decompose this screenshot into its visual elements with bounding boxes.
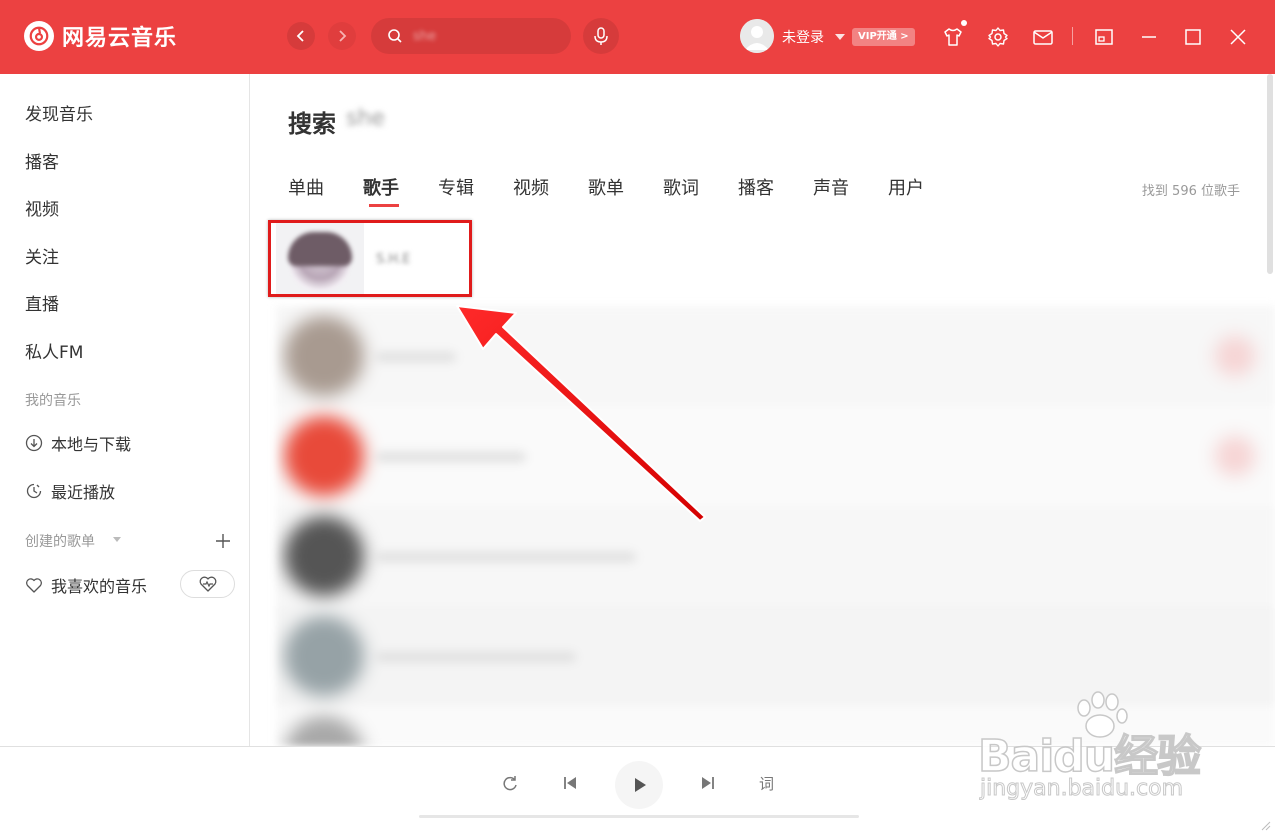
search-keyword: she [346,106,385,131]
play-button[interactable] [615,761,663,809]
tab-playlists[interactable]: 歌单 [588,174,624,200]
tab-videos[interactable]: 视频 [513,174,549,200]
caret-down-icon[interactable] [835,34,845,40]
mini-mode-button[interactable] [1091,24,1117,50]
my-music-heading: 我的音乐 [25,393,81,409]
skip-back-icon [564,777,576,789]
sidebar-item-podcast[interactable]: 播客 [25,148,59,173]
player-bar: 词 [0,746,1275,835]
tab-artists[interactable]: 歌手 [363,174,399,200]
back-button[interactable] [287,22,315,50]
download-icon [25,434,43,452]
minimize-button[interactable] [1136,24,1162,50]
tab-songs[interactable]: 单曲 [288,174,324,200]
netease-cloud-music-window: 网易云音乐 she 未登录 VIP开通 > 发现音乐 播客 视频 关注 直播 私… [0,0,1275,835]
login-status[interactable]: 未登录 [782,27,824,47]
close-icon [1230,29,1246,45]
tab-podcasts[interactable]: 播客 [738,174,774,200]
heartbeat-icon [199,576,216,592]
list-item[interactable] [276,606,1275,706]
sidebar-item-personal-fm[interactable]: 私人FM [25,338,83,363]
gear-icon [988,27,1008,47]
heartbeat-mode-button[interactable] [180,570,235,598]
notification-dot [961,20,967,26]
page-title: 搜索 [288,110,336,138]
annotation-highlight-box [268,220,472,297]
search-input[interactable]: she [371,18,571,54]
maximize-icon [1185,29,1201,45]
sidebar-item-label: 最近播放 [51,483,116,502]
sidebar-item-discover[interactable]: 发现音乐 [25,100,93,125]
list-item[interactable] [276,506,1275,606]
app-logo[interactable]: 网易云音乐 [24,20,177,52]
caret-down-icon[interactable] [113,537,121,542]
sidebar: 发现音乐 播客 视频 关注 直播 私人FM 我的音乐 本地与下载 最近播放 创建… [0,74,250,746]
skip-forward-icon [702,777,714,789]
skin-button[interactable] [940,24,966,50]
resize-grip-icon[interactable] [1259,819,1271,831]
app-name: 网易云音乐 [62,26,178,51]
sidebar-item-label: 我喜欢的音乐 [51,577,148,596]
mail-icon [1033,30,1053,45]
sidebar-item-video[interactable]: 视频 [25,195,59,220]
next-button[interactable] [698,773,718,793]
toolbar-divider [1072,27,1073,45]
loop-mode-button[interactable] [500,773,520,793]
list-item[interactable] [276,306,1275,406]
search-icon [388,29,402,43]
tab-sounds[interactable]: 声音 [813,174,849,200]
voice-search-button[interactable] [583,18,619,54]
chevron-right-icon [339,30,347,42]
progress-bar[interactable] [419,815,859,818]
maximize-button[interactable] [1180,24,1206,50]
sidebar-item-recent[interactable]: 最近播放 [25,479,115,503]
sidebar-item-local-download[interactable]: 本地与下载 [25,431,131,455]
list-item[interactable] [276,706,1275,746]
active-tab-indicator [369,204,399,207]
user-avatar[interactable] [740,19,774,53]
settings-button[interactable] [985,24,1011,50]
netease-logo-icon [24,21,54,51]
previous-button[interactable] [560,773,580,793]
search-query-text: she [413,28,437,44]
add-playlist-icon[interactable] [214,532,232,550]
created-playlists-heading[interactable]: 创建的歌单 [25,531,95,551]
tab-albums[interactable]: 专辑 [438,174,474,200]
chevron-left-icon [296,30,304,42]
minimize-icon [1142,36,1156,38]
sidebar-item-live[interactable]: 直播 [25,290,59,315]
mini-mode-icon [1095,29,1113,45]
sidebar-item-liked-music[interactable]: 我喜欢的音乐 [25,573,147,597]
microphone-icon [594,27,608,45]
repeat-icon [503,776,517,791]
blurred-results-list [276,306,1275,746]
close-button[interactable] [1225,24,1251,50]
default-avatar-icon [740,19,774,53]
scrollbar[interactable] [1267,74,1273,274]
list-item[interactable] [276,406,1275,506]
tab-lyrics[interactable]: 歌词 [663,174,699,200]
play-icon [635,778,646,792]
result-type-tabs: 单曲 歌手 专辑 视频 歌单 歌词 播客 声音 用户 [288,174,963,200]
heart-icon [26,578,42,593]
clock-icon [26,483,42,499]
lyrics-button[interactable]: 词 [759,773,774,794]
title-bar: 网易云音乐 she 未登录 VIP开通 > [0,0,1275,74]
sidebar-item-follow[interactable]: 关注 [25,243,59,268]
messages-button[interactable] [1030,24,1056,50]
forward-button[interactable] [328,22,356,50]
search-results-panel: 搜索 she 单曲 歌手 专辑 视频 歌单 歌词 播客 声音 用户 找到 596… [251,74,1275,746]
tshirt-icon [944,28,962,46]
sidebar-item-label: 本地与下载 [51,435,132,454]
vip-badge[interactable]: VIP开通 > [852,28,915,46]
tab-users[interactable]: 用户 [888,174,924,200]
result-count: 找到 596 位歌手 [1141,184,1240,199]
